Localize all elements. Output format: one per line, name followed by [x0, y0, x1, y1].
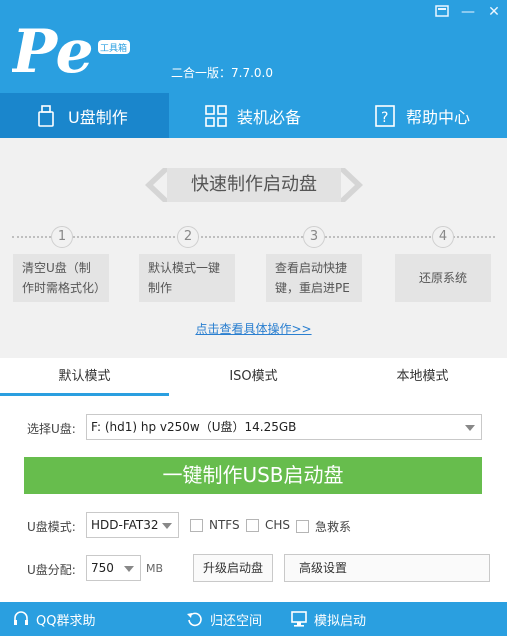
chs-checkbox[interactable]: CHS [246, 518, 290, 532]
steps-divider [12, 236, 495, 238]
partition-size-select[interactable]: 750 [86, 555, 141, 581]
step-text: 查看启动快捷 [275, 261, 348, 275]
checkbox-label: NTFS [209, 518, 240, 532]
monitor-icon [291, 611, 307, 627]
close-button[interactable]: ✕ [486, 4, 502, 20]
tab-iso-mode[interactable]: ISO模式 [169, 358, 338, 396]
step-text: 还原系统 [418, 271, 467, 285]
step-3-box: 查看启动快捷 键，重启进PE [266, 254, 362, 302]
footer-label: QQ群求助 [36, 613, 96, 629]
tab-label: 装机必备 [237, 107, 302, 127]
view-details-link[interactable]: 点击查看具体操作>> [0, 320, 507, 337]
pe-toolbox-window: Pe 工具箱 二合一版：7.7.0.0 — ✕ U盘制作 装机必备 ? 帮助中心… [0, 0, 507, 636]
tab-install-essentials[interactable]: 装机必备 [169, 93, 338, 138]
tab-local-mode[interactable]: 本地模式 [338, 358, 507, 396]
quick-title-banner: 快速制作启动盘 [143, 168, 365, 202]
mode-tabs: 默认模式 ISO模式 本地模式 [0, 358, 507, 396]
step-text: 键，重启进PE [275, 281, 350, 295]
svg-text:?: ? [381, 110, 388, 126]
main-nav: U盘制作 装机必备 ? 帮助中心 [0, 93, 507, 138]
checkbox-label: 急救系 [315, 520, 352, 534]
rescue-checkbox[interactable]: 急救系 [296, 518, 351, 535]
step-number: 4 [432, 226, 454, 248]
step-text: 清空U盘（制 [22, 261, 91, 275]
usb-mode-value: HDD-FAT32 [91, 518, 159, 532]
checkbox-box [190, 518, 203, 532]
usb-drive-value: F: (hd1) hp v250w（U盘）14.25GB [91, 420, 297, 434]
usb-mode-label: U盘模式: [27, 520, 76, 534]
chevron-down-icon [162, 523, 172, 529]
step-1-box: 清空U盘（制 作时需格式化） [13, 254, 109, 302]
partition-label: U盘分配: [27, 563, 76, 577]
tab-usb-make[interactable]: U盘制作 [0, 93, 169, 138]
headset-icon [14, 611, 28, 625]
restore-icon [187, 612, 202, 627]
footer-label: 归还空间 [210, 613, 263, 629]
footer-bar: QQ群求助 归还空间 模拟启动 [0, 602, 507, 636]
one-click-make-button[interactable]: 一键制作USB启动盘 [24, 457, 482, 494]
footer-label: 模拟启动 [314, 613, 367, 629]
checkbox-label: CHS [265, 518, 291, 532]
step-text: 制作 [148, 281, 173, 295]
quick-guide-panel: 快速制作启动盘 1 2 3 4 清空U盘（制 作时需格式化） 默认模式一键 制作… [0, 138, 507, 358]
logo-badge: 工具箱 [100, 42, 127, 54]
tab-default-mode[interactable]: 默认模式 [0, 358, 169, 396]
upgrade-boot-disk-button[interactable]: 升级启动盘 [193, 554, 273, 582]
advanced-settings-label: 高级设置 [299, 561, 348, 575]
chevron-down-icon [465, 425, 475, 431]
logo-text: Pe [12, 17, 94, 86]
advanced-settings-button[interactable]: 高级设置 [284, 554, 490, 582]
usb-select-label: 选择U盘: [27, 422, 76, 436]
step-text: 作时需格式化） [22, 281, 107, 295]
restore-space-link[interactable]: 归还空间 [186, 602, 262, 636]
minimize-button[interactable]: — [460, 4, 476, 20]
simulate-boot-link[interactable]: 模拟启动 [290, 602, 366, 636]
version-label: 二合一版：7.7.0.0 [171, 66, 273, 80]
qq-group-help-link[interactable]: QQ群求助 [12, 602, 95, 636]
step-number: 3 [303, 226, 325, 248]
step-4-box: 还原系统 [395, 254, 491, 302]
chevron-down-icon [124, 566, 134, 572]
pe-logo: Pe 工具箱 [12, 17, 130, 86]
ntfs-checkbox[interactable]: NTFS [190, 518, 240, 532]
usb-drive-icon [38, 104, 54, 127]
checkbox-box [296, 520, 309, 533]
step-number: 2 [177, 226, 199, 248]
title-bar: Pe 工具箱 二合一版：7.7.0.0 — ✕ [0, 0, 507, 93]
step-2-box: 默认模式一键 制作 [139, 254, 235, 302]
partition-unit: MB [146, 562, 164, 575]
quick-title: 快速制作启动盘 [167, 168, 341, 202]
skin-icon[interactable] [434, 4, 450, 20]
usb-mode-select[interactable]: HDD-FAT32 [86, 512, 179, 538]
partition-size-value: 750 [91, 561, 114, 575]
step-number: 1 [51, 226, 73, 248]
apps-grid-icon [205, 104, 227, 127]
tab-label: 帮助中心 [406, 107, 471, 127]
checkbox-box [246, 518, 259, 532]
usb-drive-select[interactable]: F: (hd1) hp v250w（U盘）14.25GB [86, 414, 482, 440]
step-text: 默认模式一键 [148, 261, 221, 275]
help-icon: ? [375, 104, 395, 127]
tab-label: U盘制作 [68, 107, 128, 127]
tab-help-center[interactable]: ? 帮助中心 [338, 93, 507, 138]
